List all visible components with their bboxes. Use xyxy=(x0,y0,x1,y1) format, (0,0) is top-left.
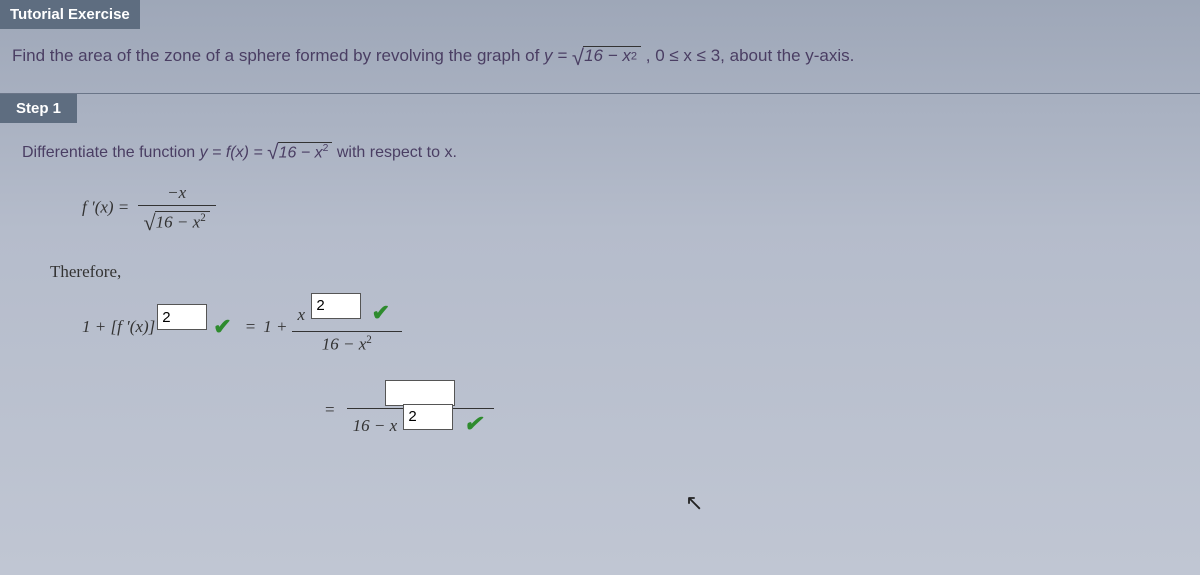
problem-radicand: 16 − x xyxy=(584,46,631,65)
therefore-text: Therefore, xyxy=(50,262,1178,282)
eq1-den-radicand: 16 − x xyxy=(322,334,367,353)
equation-row-2: = 16 − x ✔ xyxy=(317,380,1178,440)
tutorial-exercise-header: Tutorial Exercise xyxy=(0,0,140,29)
eq2-den-pre: 16 − x xyxy=(353,416,398,435)
problem-exp: 2 xyxy=(631,51,637,63)
derivative-den-exp: 2 xyxy=(200,212,206,224)
check-icon: ✔ xyxy=(213,314,231,340)
problem-range: , 0 ≤ x ≤ 3, xyxy=(646,46,725,65)
derivative-lhs: f ′(x) = xyxy=(82,197,134,216)
exponent-input-3[interactable] xyxy=(403,404,453,430)
sqrt-symbol: √ xyxy=(267,141,278,164)
equation-row-1: 1 + [f ′(x)] ✔ = 1 + x ✔ 16 − x2 xyxy=(82,300,1178,354)
eq1-den-exp: 2 xyxy=(366,334,372,346)
step-1-body: Differentiate the function y = f(x) = √1… xyxy=(0,123,1200,468)
problem-statement: Find the area of the zone of a sphere fo… xyxy=(0,29,1200,94)
problem-text-pre: Find the area of the zone of a sphere fo… xyxy=(12,46,544,65)
step1-radicand: 16 − x xyxy=(279,144,323,161)
exponent-input-2[interactable] xyxy=(311,293,361,319)
function-def: y = f(x) = xyxy=(200,144,268,161)
derivative-equation: f ′(x) = −x √16 − x2 xyxy=(82,183,1178,234)
step1-exp: 2 xyxy=(323,143,329,154)
exponent-input-1[interactable] xyxy=(157,304,207,330)
instruction-post: with respect to x. xyxy=(337,144,457,161)
derivative-numerator: −x xyxy=(138,183,216,206)
check-icon: ✔ xyxy=(464,411,482,436)
problem-text-post: about the y-axis. xyxy=(730,46,855,65)
instruction-pre: Differentiate the function xyxy=(22,144,200,161)
eq1-lhs: 1 + [f ′(x)] xyxy=(82,317,155,337)
problem-equation-lhs: y = xyxy=(544,46,572,65)
check-icon: ✔ xyxy=(372,300,390,325)
sqrt-symbol: √ xyxy=(144,210,156,235)
eq1-num-x: x xyxy=(298,305,306,324)
derivative-den-radicand: 16 − x xyxy=(156,213,201,232)
cursor-icon: ↖ xyxy=(685,490,703,516)
equals-sign: = xyxy=(246,317,256,337)
step-1-instruction: Differentiate the function y = f(x) = √1… xyxy=(22,139,1178,163)
sqrt-symbol: √ xyxy=(572,45,584,70)
step-1-header: Step 1 xyxy=(0,94,77,123)
eq1-rhs-pre: 1 + xyxy=(263,317,287,337)
equals-sign: = xyxy=(325,400,335,420)
numerator-input[interactable] xyxy=(385,380,455,406)
